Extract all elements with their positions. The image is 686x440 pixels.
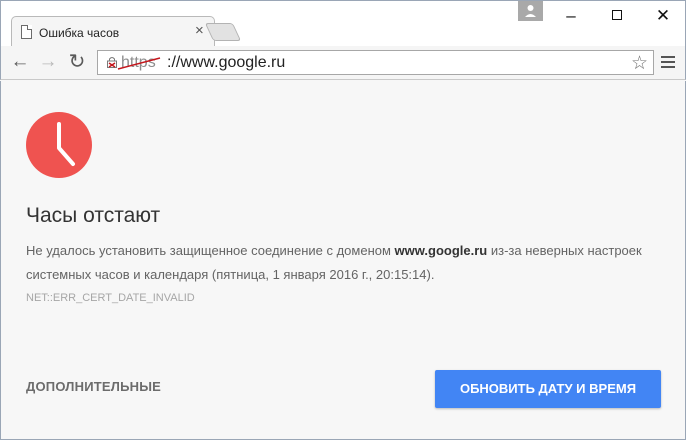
close-window-button[interactable]: ✕ <box>640 1 686 31</box>
minimize-button[interactable]: – <box>548 1 594 31</box>
tab-close-button[interactable]: × <box>195 23 204 38</box>
reload-button[interactable]: ↻ <box>66 52 88 74</box>
update-date-time-button[interactable]: ОБНОВИТЬ ДАТУ И ВРЕМЯ <box>435 370 661 408</box>
tab-title: Ошибка часов <box>39 26 120 40</box>
error-code[interactable]: NET::ERR_CERT_DATE_INVALID <box>26 292 195 304</box>
maximize-icon <box>612 10 622 21</box>
details-button[interactable]: ДОПОЛНИТЕЛЬНЫЕ <box>26 379 161 394</box>
toolbar: ← → ↻ https ://www.google.ru ☆ <box>0 46 686 80</box>
menu-icon[interactable] <box>661 56 675 70</box>
page-icon <box>21 25 32 39</box>
error-description: Не удалось установить защищенное соедине… <box>26 239 676 287</box>
tab-active[interactable]: Ошибка часов × <box>11 16 215 48</box>
url-host: ://www.google.ru <box>167 54 286 71</box>
forward-button[interactable]: → <box>37 52 59 74</box>
title-bar: Ошибка часов × – ✕ <box>0 0 686 48</box>
description-text-start: Не удалось установить защищенное соедине… <box>26 243 395 258</box>
description-domain: www.google.ru <box>394 243 488 258</box>
star-icon[interactable]: ☆ <box>631 52 648 75</box>
profile-button[interactable] <box>518 1 543 21</box>
error-page: Часы отстают Не удалось установить защищ… <box>0 81 686 440</box>
address-bar[interactable]: https ://www.google.ru ☆ <box>97 50 654 75</box>
person-icon <box>525 5 536 17</box>
clock-icon <box>26 112 92 178</box>
back-button[interactable]: ← <box>9 52 31 74</box>
scheme-strike-icon <box>117 57 161 70</box>
page-headline: Часы отстают <box>26 204 161 227</box>
maximize-button[interactable] <box>594 1 640 31</box>
